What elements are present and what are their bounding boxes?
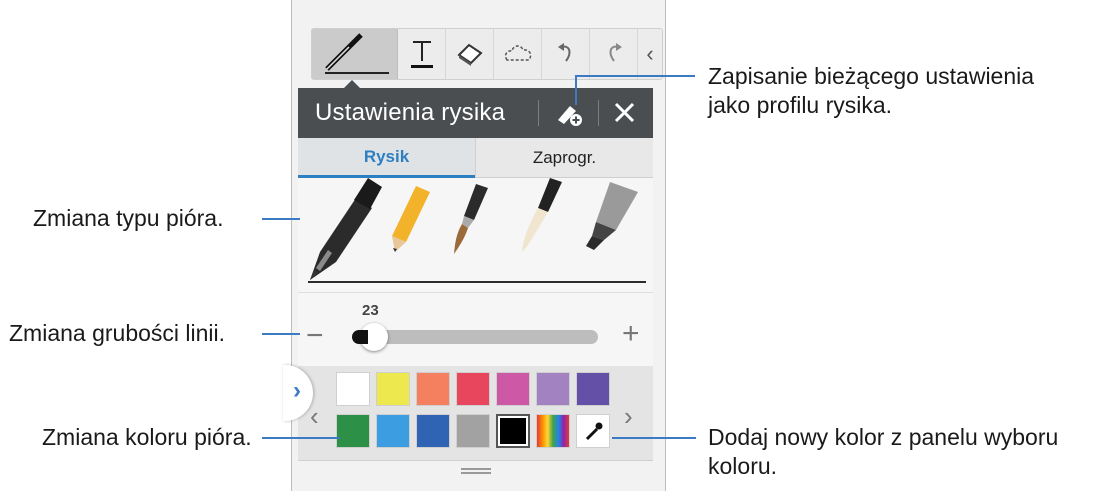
callout-line-pen-color (262, 437, 340, 439)
color-swatch[interactable] (456, 372, 490, 406)
redo-icon (609, 43, 622, 62)
undo-button[interactable] (542, 29, 590, 79)
callout-line-save-vertical (575, 75, 577, 105)
color-swatch[interactable] (336, 372, 370, 406)
color-swatch[interactable] (456, 414, 490, 448)
text-icon (410, 41, 433, 68)
close-button[interactable] (611, 99, 639, 127)
undo-icon (557, 43, 570, 62)
drawing-toolbar: ‹ (311, 28, 663, 80)
pen-settings-panel: Ustawienia rysika Rysik Zaprogr. 23 − + … (298, 88, 653, 474)
drag-handle-line (461, 472, 491, 474)
close-icon (614, 102, 635, 123)
palette-prev-button[interactable]: ‹ (310, 401, 319, 432)
collapse-toolbar-button[interactable]: ‹ (638, 29, 662, 79)
eraser-tool-button[interactable] (446, 29, 494, 79)
callout-line-save (575, 75, 695, 77)
tab-pen[interactable]: Rysik (298, 138, 475, 178)
color-spectrum-swatch[interactable] (536, 414, 570, 448)
annotation-pen-type: Zmiana typu pióra. (33, 205, 224, 231)
thickness-track[interactable] (353, 330, 598, 344)
eraser-icon (456, 43, 483, 66)
panel-bottom-divider (298, 460, 653, 461)
decrease-thickness-button[interactable]: − (306, 321, 324, 351)
color-swatch[interactable] (376, 372, 410, 406)
panel-header: Ustawienia rysika (298, 88, 653, 138)
pen-plus-icon (558, 106, 582, 126)
chevron-left-icon: ‹ (646, 41, 654, 66)
ballpoint-pen-option[interactable] (310, 178, 382, 280)
selection-tool-button[interactable] (494, 29, 542, 79)
annotation-pen-color: Zmiana koloru pióra. (42, 424, 252, 450)
annotation-line-thickness: Zmiana grubości linii. (9, 320, 226, 346)
marker-option[interactable] (586, 182, 638, 250)
annotation-line: Dodaj nowy kolor z panelu wyboru (708, 424, 1059, 450)
color-swatch[interactable] (376, 414, 410, 448)
annotation-add-color: Dodaj nowy kolor z panelu wyboru koloru. (708, 423, 1058, 481)
color-swatch[interactable] (496, 414, 530, 448)
color-swatch[interactable] (536, 372, 570, 406)
palette-next-button[interactable]: › (624, 401, 633, 432)
calligraphy-brush-option[interactable] (522, 178, 562, 252)
drag-handle[interactable] (461, 468, 491, 470)
callout-line-pen-type (262, 218, 300, 220)
chevron-right-icon: › (293, 377, 301, 404)
callout-line-add-color (612, 437, 696, 439)
redo-button[interactable] (590, 29, 638, 79)
annotation-line: jako profilu rysika. (708, 92, 893, 118)
thickness-value: 23 (362, 302, 379, 319)
pencil-option[interactable] (392, 186, 430, 252)
panel-title: Ustawienia rysika (315, 99, 506, 126)
callout-line-thickness (262, 333, 300, 335)
color-swatch[interactable] (336, 414, 370, 448)
pen-tool-button[interactable] (312, 29, 398, 79)
color-swatch[interactable] (496, 372, 530, 406)
color-swatch[interactable] (576, 372, 610, 406)
pen-types-strip (308, 178, 646, 283)
eyedropper-icon (585, 422, 603, 441)
annotation-save-profile: Zapisanie bieżącego ustawienia jako prof… (708, 62, 1034, 120)
thickness-fill (352, 330, 368, 344)
text-tool-button[interactable] (398, 29, 446, 79)
pen-type-selector (298, 178, 653, 288)
color-swatch[interactable] (416, 414, 450, 448)
header-divider (538, 100, 539, 126)
save-profile-button[interactable] (552, 98, 586, 128)
brush-option[interactable] (454, 184, 488, 254)
pen-tabs: Rysik Zaprogr. (298, 138, 653, 178)
color-swatch[interactable] (416, 372, 450, 406)
increase-thickness-button[interactable]: + (622, 319, 640, 349)
tab-presets[interactable]: Zaprogr. (475, 138, 653, 178)
color-palette: ‹ › (298, 366, 653, 460)
add-color-button[interactable] (576, 414, 610, 448)
header-divider (598, 100, 599, 126)
annotation-line: Zapisanie bieżącego ustawienia (708, 63, 1035, 89)
lasso-icon (504, 45, 531, 61)
pen-icon (324, 33, 389, 74)
annotation-line: koloru. (708, 453, 778, 479)
thickness-slider-area: 23 − + (298, 292, 653, 365)
